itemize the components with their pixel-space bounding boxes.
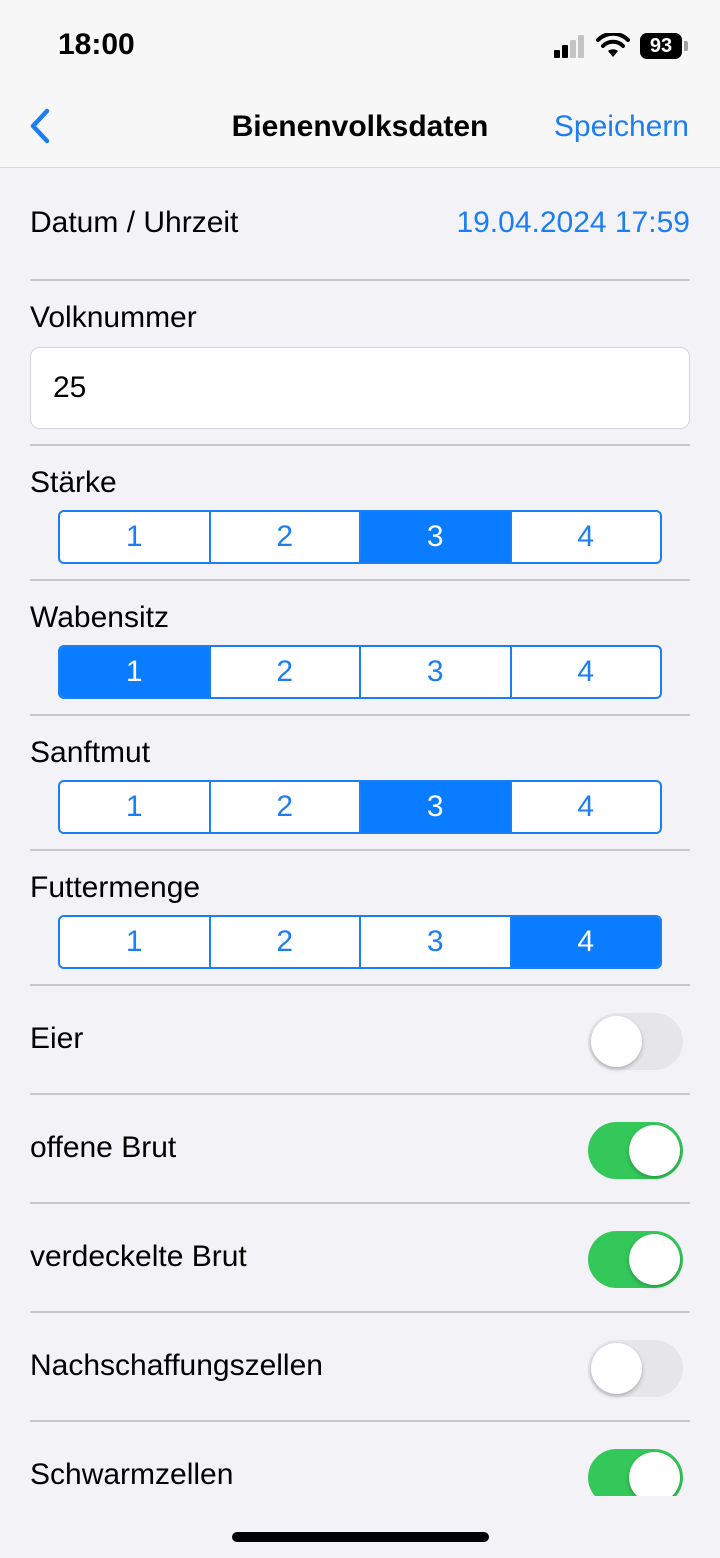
segment-option[interactable]: 3 <box>361 917 512 967</box>
segment-option[interactable]: 3 <box>361 512 512 562</box>
toggle-row: Eier <box>30 986 690 1095</box>
segment-option[interactable]: 1 <box>60 512 211 562</box>
segment-option[interactable]: 3 <box>361 782 512 832</box>
segment-row: Stärke 1 2 3 4 <box>30 446 690 581</box>
segmented-control: 1234 <box>58 645 662 699</box>
toggle-label: Schwarmzellen <box>30 1458 234 1491</box>
segment-label: Futtermenge <box>30 871 201 904</box>
toggle-label: Nachschaffungszellen <box>30 1349 323 1382</box>
toggle-knob <box>629 1234 680 1285</box>
toggle-switch[interactable] <box>588 1122 683 1179</box>
toggle-knob <box>629 1452 680 1496</box>
volk-row: Volknummer 25 <box>30 281 690 446</box>
volk-number-input[interactable]: 25 <box>30 347 690 429</box>
toggle-knob <box>629 1125 680 1176</box>
segment-label: Stärke <box>30 466 117 499</box>
segment-option[interactable]: 4 <box>511 917 660 967</box>
date-row: Datum / Uhrzeit 19.04.2024 17:59 <box>30 168 690 281</box>
toggle-switch[interactable] <box>588 1340 683 1397</box>
segment-row: Sanftmut 1 2 3 4 <box>30 716 690 851</box>
toggle-row: verdeckelte Brut <box>30 1204 690 1313</box>
segment-option[interactable]: 1 <box>60 782 211 832</box>
toggle-row: Nachschaffungszellen <box>30 1313 690 1422</box>
toggle-label: Eier <box>30 1022 84 1055</box>
toggle-row: offene Brut <box>30 1095 690 1204</box>
toggle-label: offene Brut <box>30 1131 177 1164</box>
segment-option[interactable]: 4 <box>512 782 661 832</box>
date-label: Datum / Uhrzeit <box>30 206 239 239</box>
toggle-row: Schwarmzellen <box>30 1422 690 1496</box>
toggle-switch[interactable] <box>588 1013 683 1070</box>
toggle-switch[interactable] <box>588 1231 683 1288</box>
segment-option[interactable]: 2 <box>211 782 361 832</box>
segment-option[interactable]: 1 <box>60 917 211 967</box>
toggle-knob <box>591 1016 642 1067</box>
segment-option[interactable]: 2 <box>211 647 361 697</box>
volk-label: Volknummer <box>30 301 197 334</box>
segment-label: Wabensitz <box>30 601 169 634</box>
segment-option[interactable]: 3 <box>361 647 512 697</box>
segmented-control: 1234 <box>58 780 662 834</box>
home-indicator <box>232 1532 489 1542</box>
form-viewport: Datum / Uhrzeit 19.04.2024 17:59 Volknum… <box>0 0 720 1496</box>
segment-row: Futtermenge 1 2 3 4 <box>30 851 690 986</box>
segment-option[interactable]: 2 <box>211 512 361 562</box>
toggle-knob <box>591 1343 642 1394</box>
date-picker[interactable]: 19.04.2024 17:59 <box>456 206 690 240</box>
toggle-switch[interactable] <box>588 1449 683 1496</box>
segmented-control: 1234 <box>58 510 662 564</box>
segment-option[interactable]: 4 <box>512 512 661 562</box>
segment-label: Sanftmut <box>30 736 151 769</box>
segment-option[interactable]: 1 <box>60 647 211 697</box>
toggle-label: verdeckelte Brut <box>30 1240 247 1273</box>
segment-option[interactable]: 4 <box>512 647 661 697</box>
form: Datum / Uhrzeit 19.04.2024 17:59 Volknum… <box>30 168 690 1496</box>
segmented-control: 1234 <box>58 915 662 969</box>
segment-option[interactable]: 2 <box>211 917 361 967</box>
segment-row: Wabensitz 1 2 3 4 <box>30 581 690 716</box>
